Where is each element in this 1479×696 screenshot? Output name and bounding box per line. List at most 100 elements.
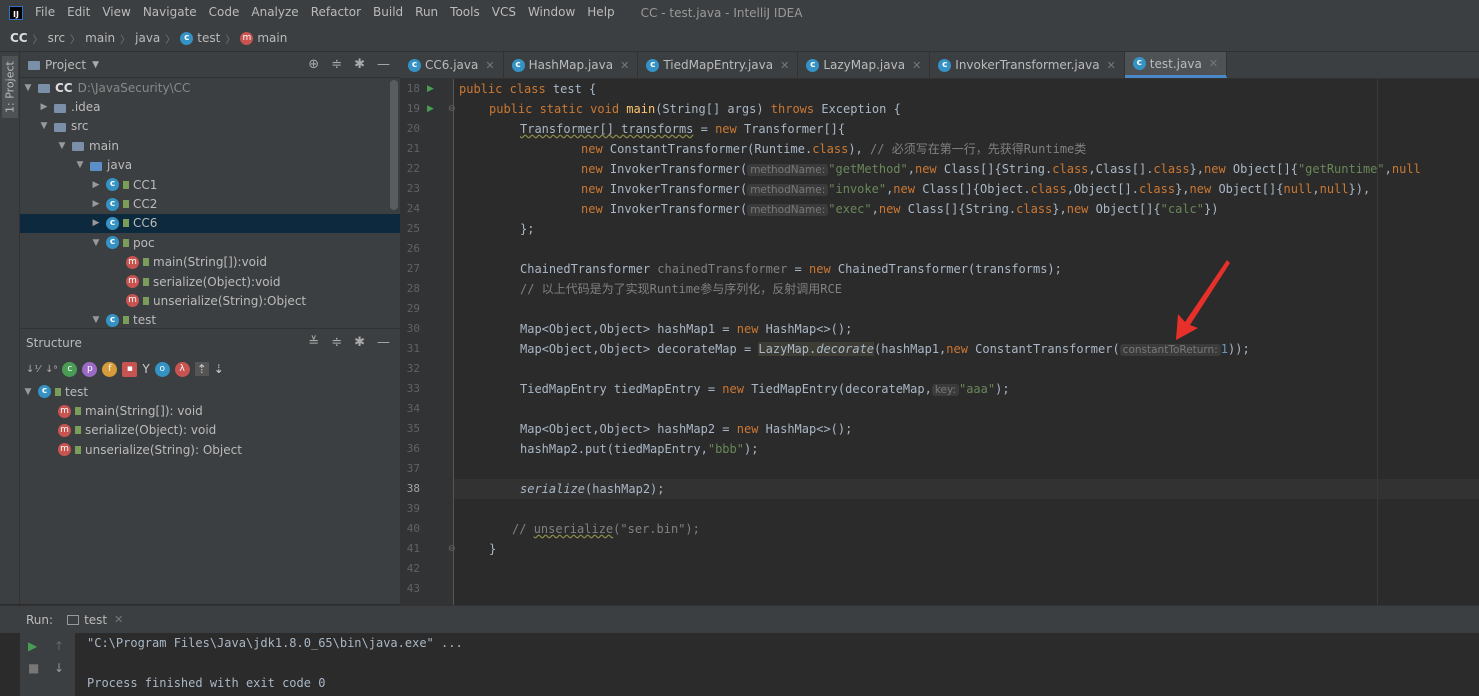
tree-node-src[interactable]: ▼ src [20,117,400,136]
menu-code[interactable]: Code [203,0,246,25]
tree-node-poc-unserialize[interactable]: m unserialize(String):Object [20,291,400,310]
structure-node-test[interactable]: ▼ c test [20,382,400,401]
menu-file[interactable]: File [29,0,61,25]
console-output[interactable]: "C:\Program Files\Java\jdk1.8.0_65\bin\j… [75,633,1479,696]
tab-test[interactable]: c test.java ✕ [1124,52,1228,78]
code-editor[interactable]: 18 ▶ 19 ▶ ⊖ 20 21 22 23 24 25 26 27 28 2… [400,79,1479,605]
run-gutter-icon[interactable]: ▶ [427,79,434,99]
tree-node-cc6[interactable]: ▶ c CC6 [20,213,400,234]
tab-lazymap[interactable]: c LazyMap.java ✕ [798,52,931,78]
filter-icon[interactable]: Y [142,362,149,376]
menu-run[interactable]: Run [409,0,444,25]
show-inherited-icon[interactable]: c [62,361,78,377]
menu-window[interactable]: Window [522,0,581,25]
collapsed-arrow-icon[interactable]: ▶ [90,199,102,209]
collapsed-arrow-icon[interactable]: ▶ [90,180,102,190]
down-arrow-icon[interactable]: ↓ [54,661,64,675]
structure-node-main[interactable]: m main(String[]): void [20,401,400,420]
expand-arrow-icon[interactable]: ▼ [22,387,34,397]
gear-icon[interactable]: ✱ [354,57,365,72]
expand-arrow-icon[interactable]: ▼ [90,238,102,248]
project-scrollbar[interactable] [390,80,398,210]
project-tool-tab[interactable]: 1: Project [2,56,18,118]
show-fields-icon[interactable]: f [102,361,118,377]
folder-icon [38,84,50,94]
project-view-selector[interactable]: Project [45,58,86,72]
menu-help[interactable]: Help [581,0,620,25]
expand-arrow-icon[interactable]: ▼ [90,315,102,325]
breadcrumb-main[interactable]: main [85,31,115,45]
stop-icon[interactable]: ■ [28,661,39,675]
breadcrumb-src[interactable]: src [48,31,66,45]
run-label: Run: [26,612,54,627]
run-tab-test[interactable]: test ✕ [67,613,123,627]
tab-cc6[interactable]: c CC6.java ✕ [400,52,504,78]
tree-node-cc[interactable]: ▼ CC D:\JavaSecurity\CC [20,78,400,97]
tree-node-main[interactable]: ▼ main [20,136,400,155]
menu-view[interactable]: View [96,0,136,25]
expand-all-icon[interactable]: ≚ [308,335,319,350]
hide-icon[interactable]: — [377,57,390,72]
code-area[interactable]: public class test { public static void m… [459,79,1479,605]
show-non-public-icon[interactable]: ▪ [122,361,138,377]
tree-node-poc[interactable]: ▼ c poc [20,233,400,252]
breadcrumb-test[interactable]: c test [180,31,220,45]
tab-tiedmapentry[interactable]: c TiedMapEntry.java ✕ [638,52,799,78]
structure-node-unserialize[interactable]: m unserialize(String): Object [20,440,400,459]
line-number: 31 [406,342,420,355]
close-icon[interactable]: ✕ [114,613,123,626]
public-icon [75,445,81,454]
structure-node-serialize[interactable]: m serialize(Object): void [20,421,400,440]
run-gutter-icon[interactable]: ▶ [427,99,434,119]
rerun-icon[interactable]: ▶ [28,639,37,653]
close-icon[interactable]: ✕ [485,59,494,72]
collapsed-arrow-icon[interactable]: ▶ [38,102,50,112]
menu-vcs[interactable]: VCS [486,0,522,25]
tree-node-poc-serialize[interactable]: m serialize(Object):void [20,272,400,291]
menu-analyze[interactable]: Analyze [245,0,304,25]
gear-icon[interactable]: ✱ [354,335,365,350]
menu-edit[interactable]: Edit [61,0,96,25]
autoscroll-to-source-icon[interactable]: ⇡ [194,362,209,376]
expand-arrow-icon[interactable]: ▼ [38,121,50,131]
tree-node-cc1[interactable]: ▶ c CC1 [20,175,400,194]
breadcrumb-cc[interactable]: CC [10,31,28,45]
expand-arrow-icon[interactable]: ▼ [74,160,86,170]
dropdown-icon[interactable]: ▼ [92,60,99,70]
tree-node-test[interactable]: ▼ c test [20,311,400,328]
collapse-icon[interactable]: ≑ [331,57,342,72]
autoscroll-from-source-icon[interactable]: ⇣ [214,362,224,376]
sort-alpha-icon[interactable]: ↓ᵃ [45,364,57,375]
fold-icon[interactable]: ⊖ [448,539,456,559]
sort-visibility-icon[interactable]: ↓⅟ [26,364,40,375]
collapsed-arrow-icon[interactable]: ▶ [90,218,102,228]
tree-node-cc2[interactable]: ▶ c CC2 [20,194,400,213]
show-anonymous-icon[interactable]: o [154,361,170,377]
tree-node-idea[interactable]: ▶ .idea [20,97,400,116]
menu-build[interactable]: Build [367,0,409,25]
fold-icon[interactable]: ⊖ [448,99,456,119]
tab-invokertransformer[interactable]: c InvokerTransformer.java ✕ [930,52,1125,78]
menu-refactor[interactable]: Refactor [305,0,367,25]
tree-node-poc-main[interactable]: m main(String[]):void [20,253,400,272]
expand-arrow-icon[interactable]: ▼ [56,141,68,151]
menu-tools[interactable]: Tools [444,0,486,25]
breadcrumb-java[interactable]: java [135,31,160,45]
hide-icon[interactable]: — [377,335,390,350]
close-icon[interactable]: ✕ [912,59,921,72]
tab-hashmap[interactable]: c HashMap.java ✕ [504,52,639,78]
code-line: Transformer[] transforms = new Transform… [520,122,846,136]
up-arrow-icon[interactable]: ↑ [54,639,64,653]
breadcrumb-method-main[interactable]: m main [240,31,287,45]
collapse-all-icon[interactable]: ≑ [331,335,342,350]
expand-arrow-icon[interactable]: ▼ [22,83,34,93]
show-lambdas-icon[interactable]: λ [174,361,190,377]
menu-navigate[interactable]: Navigate [137,0,203,25]
close-icon[interactable]: ✕ [1107,59,1116,72]
close-icon[interactable]: ✕ [1209,57,1218,70]
close-icon[interactable]: ✕ [620,59,629,72]
close-icon[interactable]: ✕ [780,59,789,72]
tree-node-java[interactable]: ▼ java [20,156,400,175]
locate-icon[interactable]: ⊕ [308,57,319,72]
show-properties-icon[interactable]: p [82,361,98,377]
